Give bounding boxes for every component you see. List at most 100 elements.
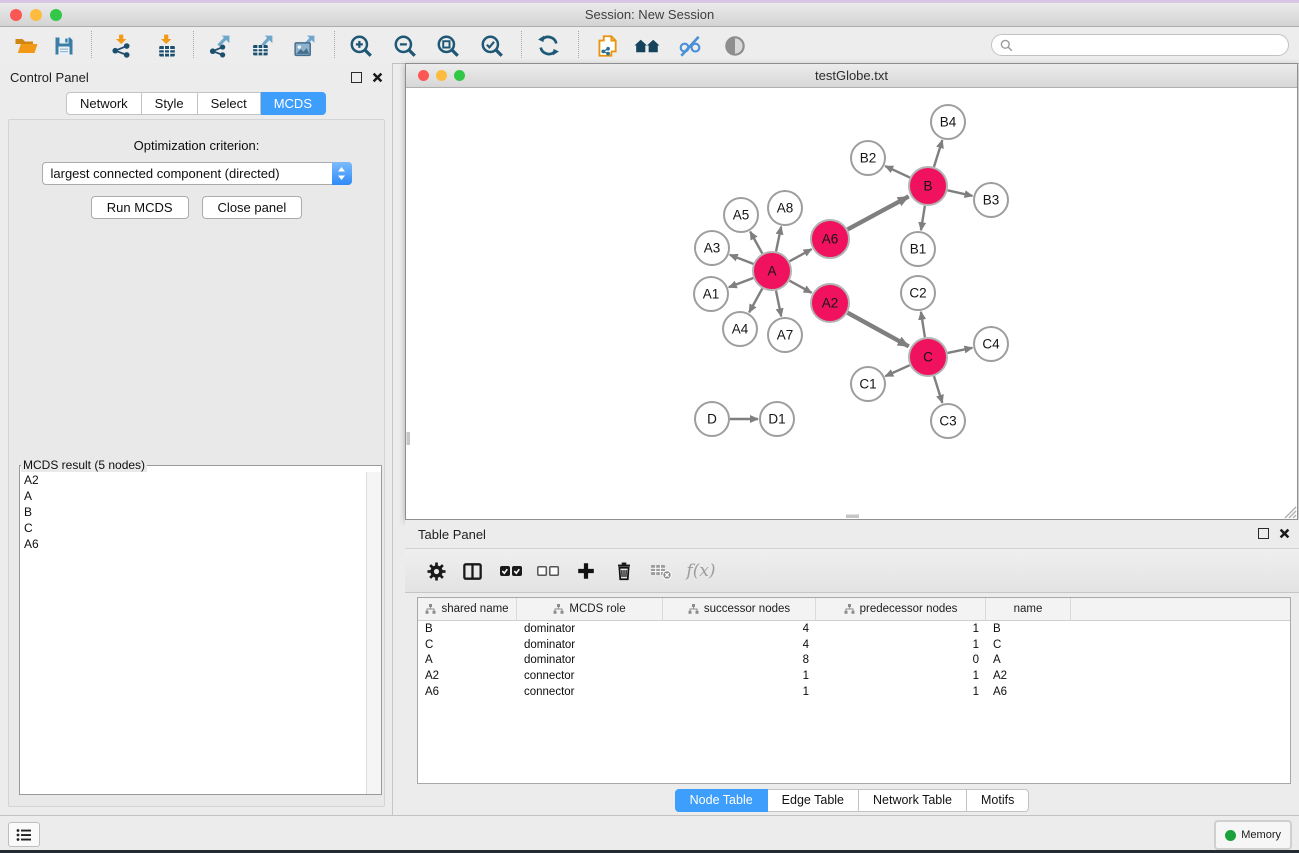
table-cell[interactable]: A6 bbox=[418, 686, 517, 698]
graph-node-A3[interactable]: A3 bbox=[695, 231, 729, 265]
edge-B-B4[interactable] bbox=[934, 140, 942, 167]
vertical-scroll-mark[interactable] bbox=[407, 432, 411, 445]
mcds-result-item[interactable]: A6 bbox=[20, 536, 367, 552]
edge-C-C2[interactable] bbox=[921, 312, 925, 337]
table-row[interactable]: Adominator80A bbox=[418, 653, 1290, 669]
graph-node-C4[interactable]: C4 bbox=[974, 327, 1008, 361]
table-cell[interactable]: A2 bbox=[418, 670, 517, 682]
network-window-titlebar[interactable]: testGlobe.txt bbox=[406, 64, 1297, 88]
edge-A-A2[interactable] bbox=[790, 281, 812, 293]
edge-A-A4[interactable] bbox=[749, 289, 762, 313]
table-cell[interactable]: A6 bbox=[986, 686, 1071, 698]
minimize-network-window-button[interactable] bbox=[436, 70, 447, 81]
tab-motifs[interactable]: Motifs bbox=[967, 789, 1029, 812]
task-history-button[interactable] bbox=[8, 822, 40, 847]
memory-button[interactable]: Memory bbox=[1214, 820, 1292, 850]
edge-A-A8[interactable] bbox=[776, 227, 781, 252]
graph-node-B[interactable]: B bbox=[909, 167, 947, 205]
table-cell[interactable]: A bbox=[986, 654, 1071, 666]
table-cell[interactable]: 0 bbox=[816, 654, 986, 666]
graph-node-B4[interactable]: B4 bbox=[931, 105, 965, 139]
table-row[interactable]: A6connector11A6 bbox=[418, 684, 1290, 700]
table-row[interactable]: A2connector11A2 bbox=[418, 668, 1290, 684]
edge-A-A5[interactable] bbox=[750, 232, 762, 254]
table-cell[interactable]: 4 bbox=[663, 623, 816, 635]
network-snapshot-button[interactable] bbox=[592, 31, 622, 60]
import-table-button[interactable] bbox=[151, 31, 181, 60]
table-cell[interactable]: 1 bbox=[816, 639, 986, 651]
split-view-button[interactable] bbox=[457, 557, 487, 585]
table-cell[interactable]: A bbox=[418, 654, 517, 666]
tab-select[interactable]: Select bbox=[198, 92, 261, 115]
float-panel-icon[interactable] bbox=[351, 72, 362, 83]
network-graph[interactable]: A5A8A3A6AA1A2A4A7B2B4BB3B1C2CC4C1C3DD1 bbox=[406, 88, 1297, 519]
close-panel-button[interactable]: Close panel bbox=[202, 196, 303, 219]
deselect-all-button[interactable] bbox=[533, 557, 563, 585]
edge-A6-B[interactable] bbox=[848, 196, 909, 229]
graph-node-D1[interactable]: D1 bbox=[760, 402, 794, 436]
edge-B-B1[interactable] bbox=[921, 206, 925, 230]
save-session-button[interactable] bbox=[49, 31, 79, 60]
run-mcds-button[interactable]: Run MCDS bbox=[91, 196, 189, 219]
close-network-window-button[interactable] bbox=[418, 70, 429, 81]
mcds-result-item[interactable]: B bbox=[20, 504, 367, 520]
tab-mcds[interactable]: MCDS bbox=[261, 92, 326, 115]
refresh-button[interactable] bbox=[533, 31, 563, 60]
graph-node-B2[interactable]: B2 bbox=[851, 141, 885, 175]
zoom-out-button[interactable] bbox=[390, 31, 420, 60]
table-cell[interactable]: A2 bbox=[986, 670, 1071, 682]
close-table-panel-icon[interactable] bbox=[1279, 528, 1290, 539]
table-cell[interactable]: dominator bbox=[517, 623, 663, 635]
add-column-button[interactable] bbox=[571, 557, 601, 585]
column-header-successor-nodes[interactable]: successor nodes bbox=[663, 598, 816, 620]
network-canvas[interactable]: A5A8A3A6AA1A2A4A7B2B4BB3B1C2CC4C1C3DD1 bbox=[406, 88, 1297, 519]
edge-A-A1[interactable] bbox=[729, 278, 754, 287]
close-window-button[interactable] bbox=[10, 9, 22, 21]
table-cell[interactable]: 4 bbox=[663, 639, 816, 651]
minimize-window-button[interactable] bbox=[30, 9, 42, 21]
table-cell[interactable]: 1 bbox=[816, 686, 986, 698]
home-view-button[interactable] bbox=[632, 31, 662, 60]
graph-node-D[interactable]: D bbox=[695, 402, 729, 436]
graph-node-C2[interactable]: C2 bbox=[901, 276, 935, 310]
function-builder-button[interactable]: f(x) bbox=[681, 557, 721, 585]
settings-gear-button[interactable] bbox=[421, 557, 451, 585]
column-header-shared-name[interactable]: shared name bbox=[418, 598, 517, 620]
table-cell[interactable]: connector bbox=[517, 670, 663, 682]
tab-node-table[interactable]: Node Table bbox=[675, 789, 768, 812]
table-cell[interactable]: B bbox=[418, 623, 517, 635]
table-cell[interactable]: dominator bbox=[517, 654, 663, 666]
zoom-selected-button[interactable] bbox=[477, 31, 507, 60]
column-header-MCDS-role[interactable]: MCDS role bbox=[517, 598, 663, 620]
table-cell[interactable]: 8 bbox=[663, 654, 816, 666]
table-cell[interactable]: C bbox=[986, 639, 1071, 651]
mcds-result-item[interactable]: A bbox=[20, 488, 367, 504]
import-network-button[interactable] bbox=[106, 31, 136, 60]
graph-node-A8[interactable]: A8 bbox=[768, 191, 802, 225]
search-input[interactable] bbox=[1013, 36, 1288, 54]
criterion-select[interactable]: largest connected component (directed) bbox=[42, 162, 352, 185]
graph-node-A6[interactable]: A6 bbox=[811, 220, 849, 258]
delete-column-button[interactable] bbox=[609, 557, 639, 585]
table-cell[interactable]: B bbox=[986, 623, 1071, 635]
zoom-window-button[interactable] bbox=[50, 9, 62, 21]
table-cell[interactable]: dominator bbox=[517, 639, 663, 651]
export-image-button[interactable] bbox=[289, 31, 319, 60]
zoom-network-window-button[interactable] bbox=[454, 70, 465, 81]
graph-node-A5[interactable]: A5 bbox=[724, 198, 758, 232]
close-panel-icon[interactable] bbox=[372, 72, 383, 83]
tab-network-table[interactable]: Network Table bbox=[859, 789, 967, 812]
tab-style[interactable]: Style bbox=[142, 92, 198, 115]
graph-node-A2[interactable]: A2 bbox=[811, 284, 849, 322]
graph-node-B1[interactable]: B1 bbox=[901, 232, 935, 266]
delete-table-button[interactable] bbox=[646, 557, 676, 585]
hide-details-button[interactable] bbox=[675, 31, 705, 60]
mcds-result-item[interactable]: C bbox=[20, 520, 367, 536]
graph-node-B3[interactable]: B3 bbox=[974, 183, 1008, 217]
edge-A-A6[interactable] bbox=[790, 249, 812, 261]
graph-node-A1[interactable]: A1 bbox=[694, 277, 728, 311]
zoom-fit-button[interactable] bbox=[433, 31, 463, 60]
select-all-button[interactable] bbox=[496, 557, 526, 585]
open-file-button[interactable] bbox=[11, 31, 41, 60]
column-header-predecessor-nodes[interactable]: predecessor nodes bbox=[816, 598, 986, 620]
